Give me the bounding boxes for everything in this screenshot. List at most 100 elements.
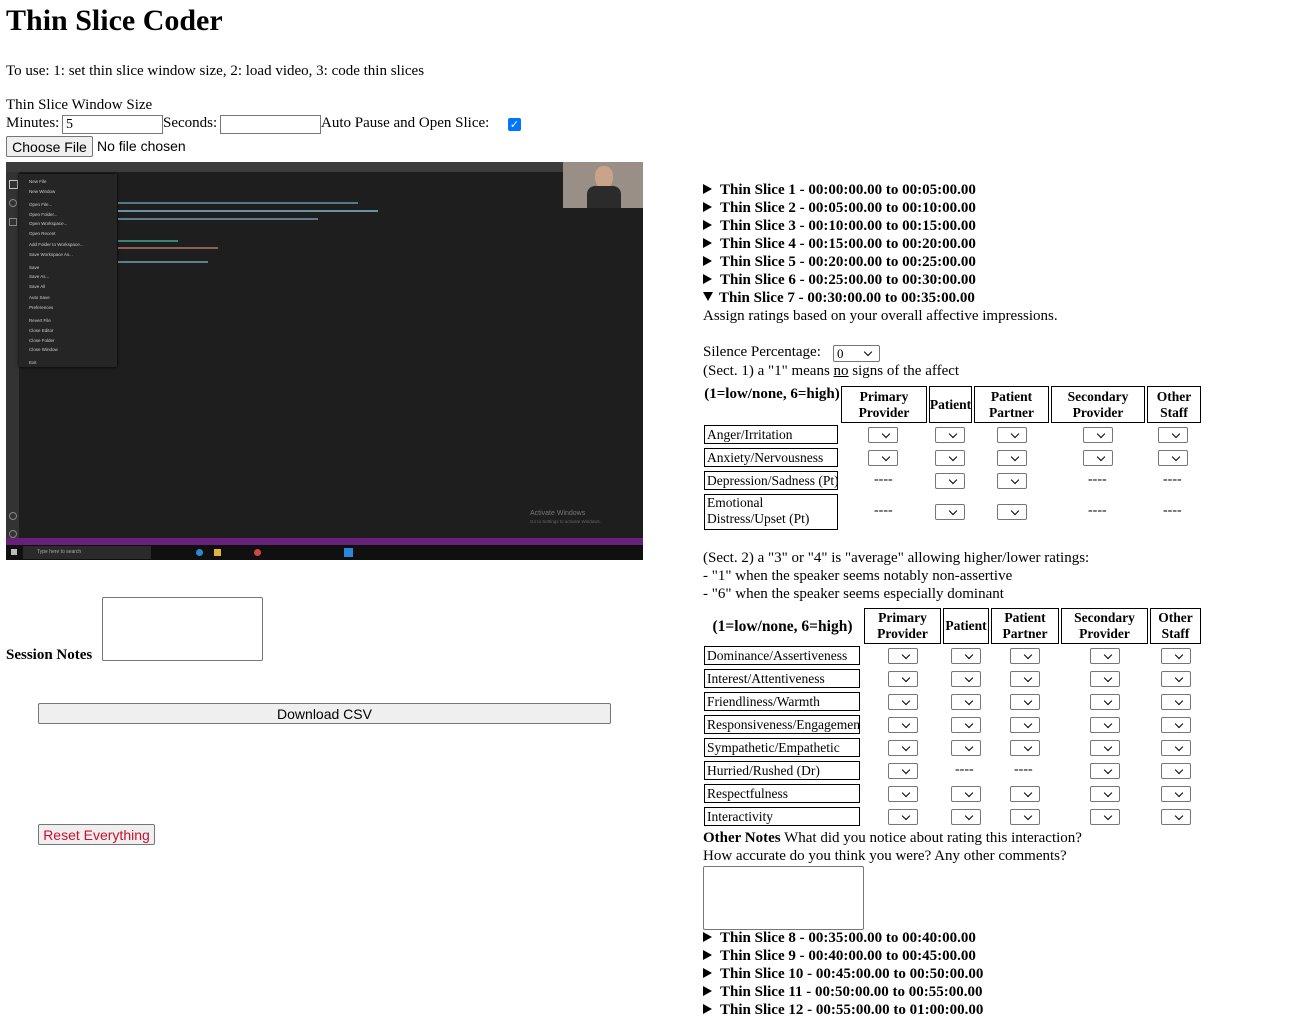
file-menu-item[interactable]: Preferences [29,305,53,310]
rating-select[interactable] [1090,647,1120,664]
rating-select[interactable] [1090,785,1120,802]
rating-select[interactable] [1090,693,1120,710]
slice-range: - 00:15:00.00 to 00:20:00.00 [795,236,976,252]
rating-select[interactable] [868,449,898,466]
file-menu-item[interactable]: Open Folder... [29,212,58,217]
rating-select[interactable] [888,762,918,779]
rating-select[interactable] [935,472,965,489]
seconds-input[interactable] [220,115,321,134]
rating-select[interactable] [888,808,918,825]
rating-select[interactable] [951,716,981,733]
rating-select[interactable] [1161,670,1191,687]
expanded-triangle-icon [703,292,713,301]
thin-slice-summary[interactable]: Thin Slice 6 - 00:25:00.00 to 00:30:00.0… [703,272,976,289]
thin-slice-summary[interactable]: Thin Slice 10 - 00:45:00.00 to 00:50:00.… [703,966,983,983]
file-menu-item[interactable]: New File [29,179,47,184]
file-menu-item[interactable]: Add Folder to Workspace... [29,242,83,247]
silence-select[interactable]: 0 [833,345,880,362]
rating-select[interactable] [1010,808,1040,825]
rating-select[interactable] [1010,785,1040,802]
rating-select[interactable] [1010,647,1040,664]
rating-select[interactable] [1161,762,1191,779]
rating-select[interactable] [1161,647,1191,664]
file-menu-item[interactable]: Open File... [29,202,52,207]
rating-select[interactable] [1158,426,1188,443]
rating-select[interactable] [951,785,981,802]
reset-everything-button[interactable]: Reset Everything [38,824,155,845]
rating-select[interactable] [1158,449,1188,466]
rating-select[interactable] [888,716,918,733]
file-menu-item[interactable]: Save Workspace As... [29,252,73,257]
rating-select[interactable] [951,808,981,825]
rating-select[interactable] [1161,785,1191,802]
other-notes-textarea[interactable] [703,866,864,930]
file-menu-item[interactable]: Exit [29,360,37,365]
rating-select[interactable] [888,739,918,756]
thin-slice-summary[interactable]: Thin Slice 8 - 00:35:00.00 to 00:40:00.0… [703,930,976,947]
rating-select[interactable] [888,693,918,710]
not-applicable-text: ---- [874,471,893,487]
rating-select[interactable] [935,449,965,466]
thin-slice-summary[interactable]: Thin Slice 11 - 00:50:00.00 to 00:55:00.… [703,984,983,1001]
rating-select[interactable] [1161,693,1191,710]
thin-slice-summary[interactable]: Thin Slice 3 - 00:10:00.00 to 00:15:00.0… [703,218,976,235]
rating-select[interactable] [1010,670,1040,687]
auto-pause-checkbox[interactable]: ✓ [508,118,521,131]
rating-select[interactable] [1161,739,1191,756]
thin-slice-summary[interactable]: Thin Slice 9 - 00:40:00.00 to 00:45:00.0… [703,948,976,965]
rating-select[interactable] [951,670,981,687]
rating-select[interactable] [935,426,965,443]
rating-select[interactable] [1161,716,1191,733]
thin-slice-7-summary[interactable]: Thin Slice 7 - 00:30:00.00 to 00:35:00.0… [703,290,975,307]
thin-slice-summary[interactable]: Thin Slice 2 - 00:05:00.00 to 00:10:00.0… [703,200,976,217]
rating-select[interactable] [997,449,1027,466]
rating-select[interactable] [1083,449,1113,466]
rating-select[interactable] [868,426,898,443]
download-csv-button[interactable]: Download CSV [38,703,611,724]
rating-select[interactable] [1010,693,1040,710]
rating-select[interactable] [1010,716,1040,733]
rating-select[interactable] [1161,808,1191,825]
rating-select[interactable] [1090,739,1120,756]
thin-slice-summary[interactable]: Thin Slice 12 - 00:55:00.00 to 01:00:00.… [703,1002,983,1019]
rating-select[interactable] [997,472,1027,489]
choose-file-button[interactable]: Choose File [6,136,93,157]
rating-select[interactable] [951,647,981,664]
file-menu-item[interactable]: Close Window [29,347,58,352]
rating-select[interactable] [1090,762,1120,779]
session-notes-textarea[interactable] [102,597,263,661]
file-menu-item[interactable]: Close Editor [29,328,54,333]
rating-select[interactable] [1010,739,1040,756]
file-menu-item[interactable]: Open Recent [29,231,56,236]
thin-slice-summary[interactable]: Thin Slice 5 - 00:20:00.00 to 00:25:00.0… [703,254,976,271]
rating-row-label: Responsiveness/Engagement [704,715,860,734]
rating-select[interactable] [935,504,965,520]
page-title: Thin Slice Coder [6,4,223,37]
thin-slice-summary[interactable]: Thin Slice 1 - 00:00:00.00 to 00:05:00.0… [703,182,976,199]
file-menu-item[interactable]: Save All [29,284,45,289]
rating-select[interactable] [1083,426,1113,443]
rating-select[interactable] [1090,808,1120,825]
file-menu-item[interactable]: New Window [29,189,55,194]
file-menu-item[interactable]: Revert File [29,318,51,323]
thin-slice-summary[interactable]: Thin Slice 4 - 00:15:00.00 to 00:20:00.0… [703,236,976,253]
sect2-line1: (Sect. 2) a "3" or "4" is "average" allo… [703,550,1090,566]
rating-select[interactable] [997,426,1027,443]
file-menu-item[interactable]: Save As... [29,274,49,279]
file-menu-item[interactable]: Open Workspace... [29,221,67,226]
rating-select[interactable] [888,785,918,802]
video-player[interactable]: New File New Window Open File... Open Folde… [6,162,643,560]
rating-select[interactable] [888,647,918,664]
rating-select[interactable] [1090,670,1120,687]
collapsed-triangle-icon [703,238,712,248]
rating-select[interactable] [951,739,981,756]
code-line [118,210,378,212]
minutes-input[interactable] [62,115,163,134]
file-menu-item[interactable]: Close Folder [29,338,55,343]
file-menu-item[interactable]: Auto Save [29,295,50,300]
rating-select[interactable] [1090,716,1120,733]
rating-select[interactable] [997,504,1027,520]
file-menu-item[interactable]: Save [29,265,39,270]
rating-select[interactable] [888,670,918,687]
rating-select[interactable] [951,693,981,710]
